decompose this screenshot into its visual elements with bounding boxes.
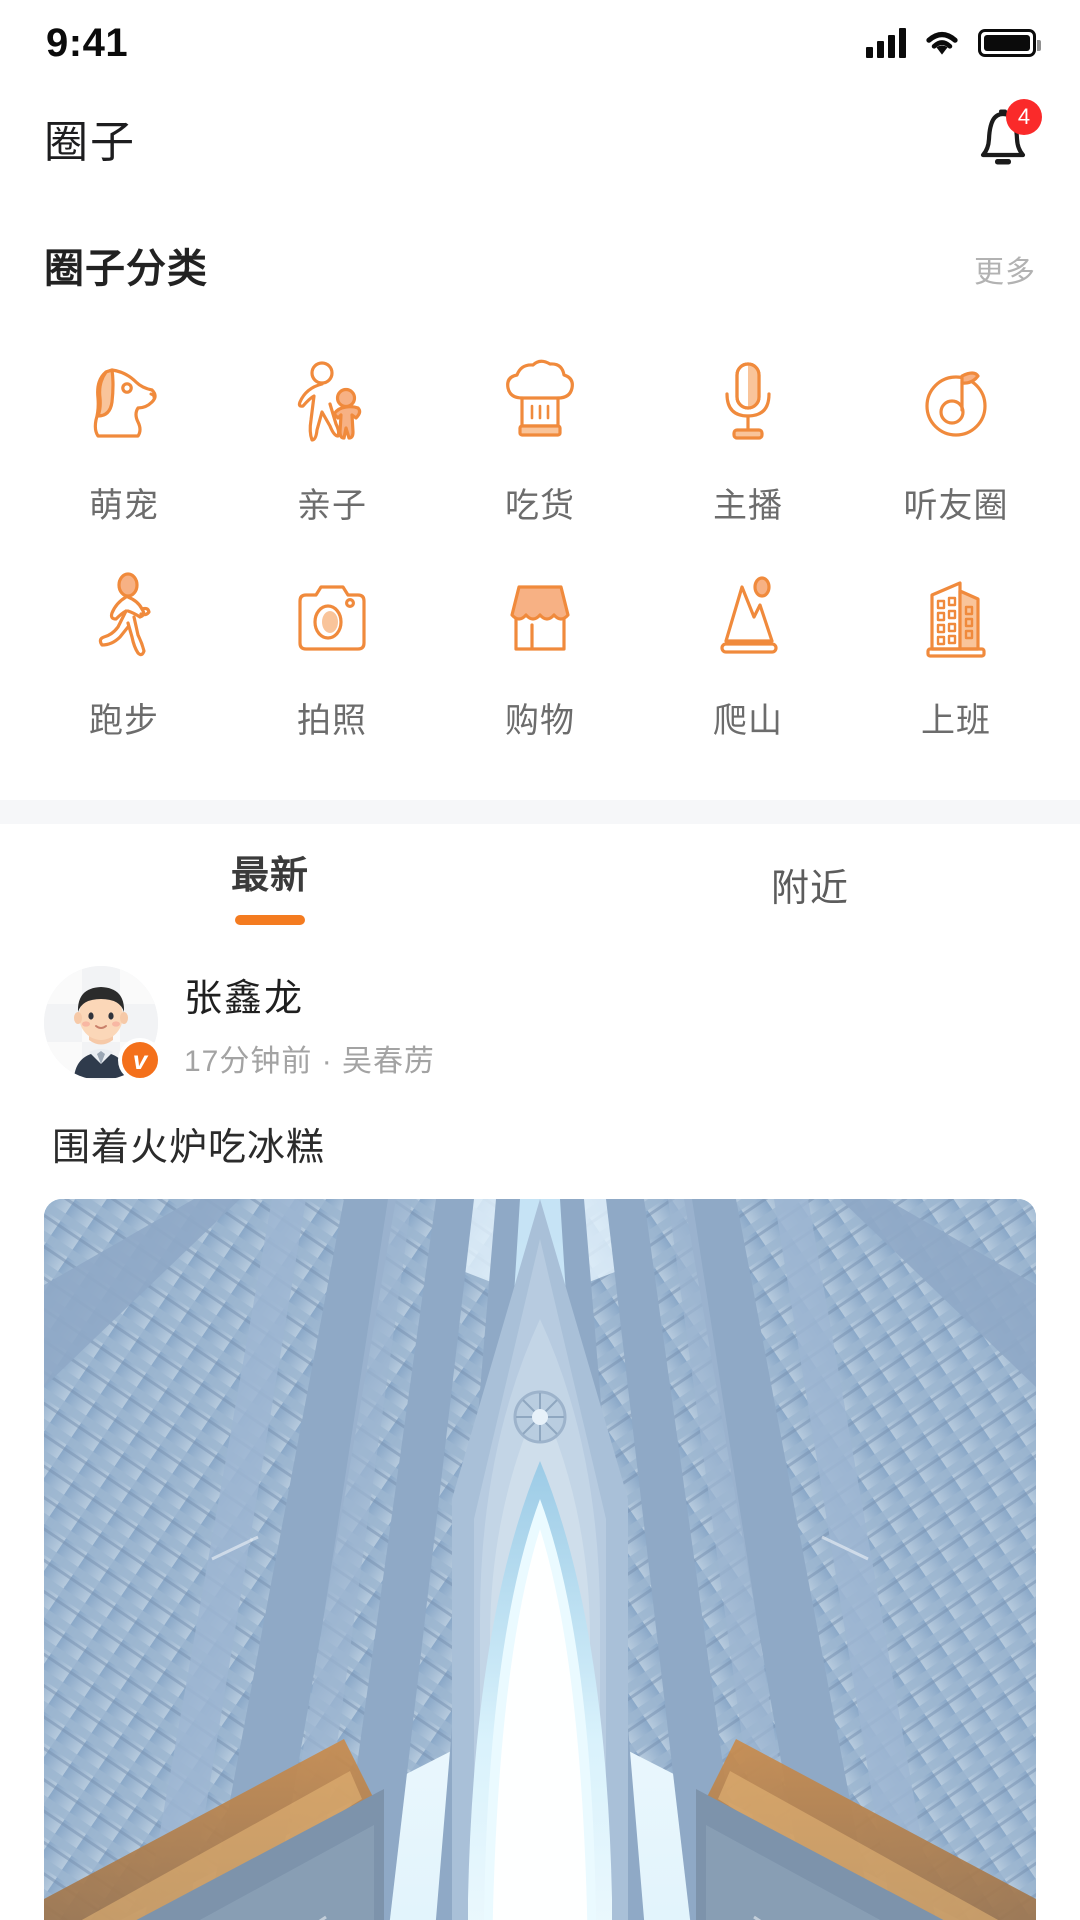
cellular-signal-icon [866, 28, 906, 58]
category-item-shopping[interactable]: 购物 [436, 549, 644, 756]
chef-hat-icon [488, 350, 592, 454]
category-label: 购物 [505, 702, 575, 740]
category-label: 主播 [713, 487, 783, 525]
category-label: 拍照 [297, 702, 367, 740]
app-bar: 圈子 4 [0, 86, 1080, 190]
status-time: 9:41 [46, 20, 129, 65]
verified-badge: v [118, 1038, 162, 1082]
category-grid: 萌宠 亲子 吃货 主播 听友圈 跑步 拍照 购物 爬山 上班 [0, 294, 1080, 800]
parent-child-icon [280, 350, 384, 454]
wifi-icon [923, 29, 961, 57]
tab-active-indicator [235, 914, 305, 925]
notifications-button[interactable]: 4 [966, 99, 1042, 175]
section-divider [0, 800, 1080, 824]
categories-more-link[interactable]: 更多 [974, 247, 1036, 291]
tab-label: 最新 [230, 854, 309, 897]
category-item-work[interactable]: 上班 [852, 549, 1060, 756]
app-screen: 9:41 圈子 4 圈子分类 更多 萌宠 亲子 吃货 主播 听友圈 跑步 拍照 … [0, 0, 1080, 1920]
categories-header: 圈子分类 更多 [0, 190, 1080, 294]
office-buildings-icon [904, 565, 1008, 669]
feed-tabs: 最新 附近 [0, 824, 1080, 944]
category-label: 听友圈 [903, 487, 1009, 525]
battery-full-icon [978, 29, 1041, 57]
avatar[interactable]: v [44, 966, 162, 1082]
category-item-listeners[interactable]: 听友圈 [852, 334, 1060, 541]
page-title: 圈子 [44, 118, 136, 167]
post-author-name[interactable]: 张鑫龙 [184, 967, 435, 1022]
notification-badge: 4 [1006, 99, 1042, 135]
post-meta: 17分钟前 · 吴春苈 [184, 1044, 436, 1078]
category-item-pets[interactable]: 萌宠 [20, 334, 228, 541]
category-label: 萌宠 [89, 487, 159, 525]
post-identity: 张鑫龙 17分钟前 · 吴春苈 [184, 967, 435, 1080]
category-item-photo[interactable]: 拍照 [228, 549, 436, 756]
status-icons [866, 28, 1041, 58]
category-label: 跑步 [89, 702, 159, 740]
category-item-hiking[interactable]: 爬山 [644, 549, 852, 756]
category-item-running[interactable]: 跑步 [20, 549, 228, 756]
running-person-icon [72, 565, 176, 669]
tab-nearby[interactable]: 附近 [540, 824, 1080, 944]
categories-title: 圈子分类 [44, 247, 208, 291]
shop-storefront-icon [488, 565, 592, 669]
dog-head-icon [72, 350, 176, 454]
camera-icon [280, 565, 384, 669]
microphone-icon [696, 350, 800, 454]
post-image[interactable] [44, 1199, 1036, 1920]
tab-label: 附近 [770, 867, 849, 910]
category-label: 爬山 [713, 702, 783, 740]
mountain-icon [696, 565, 800, 669]
post-text: 围着火炉吃冰糕 [52, 1127, 326, 1169]
music-note-circle-icon [904, 350, 1008, 454]
category-item-anchor[interactable]: 主播 [644, 334, 852, 541]
category-label: 吃货 [505, 487, 575, 525]
tab-latest[interactable]: 最新 [0, 824, 540, 944]
category-label: 上班 [921, 702, 991, 740]
category-item-parenting[interactable]: 亲子 [228, 334, 436, 541]
category-label: 亲子 [297, 487, 367, 525]
status-bar: 9:41 [0, 0, 1080, 86]
post-header: v 张鑫龙 17分钟前 · 吴春苈 [44, 944, 1036, 1082]
feed-post: v 张鑫龙 17分钟前 · 吴春苈 围着火炉吃冰糕 [0, 944, 1080, 1920]
category-item-foodie[interactable]: 吃货 [436, 334, 644, 541]
